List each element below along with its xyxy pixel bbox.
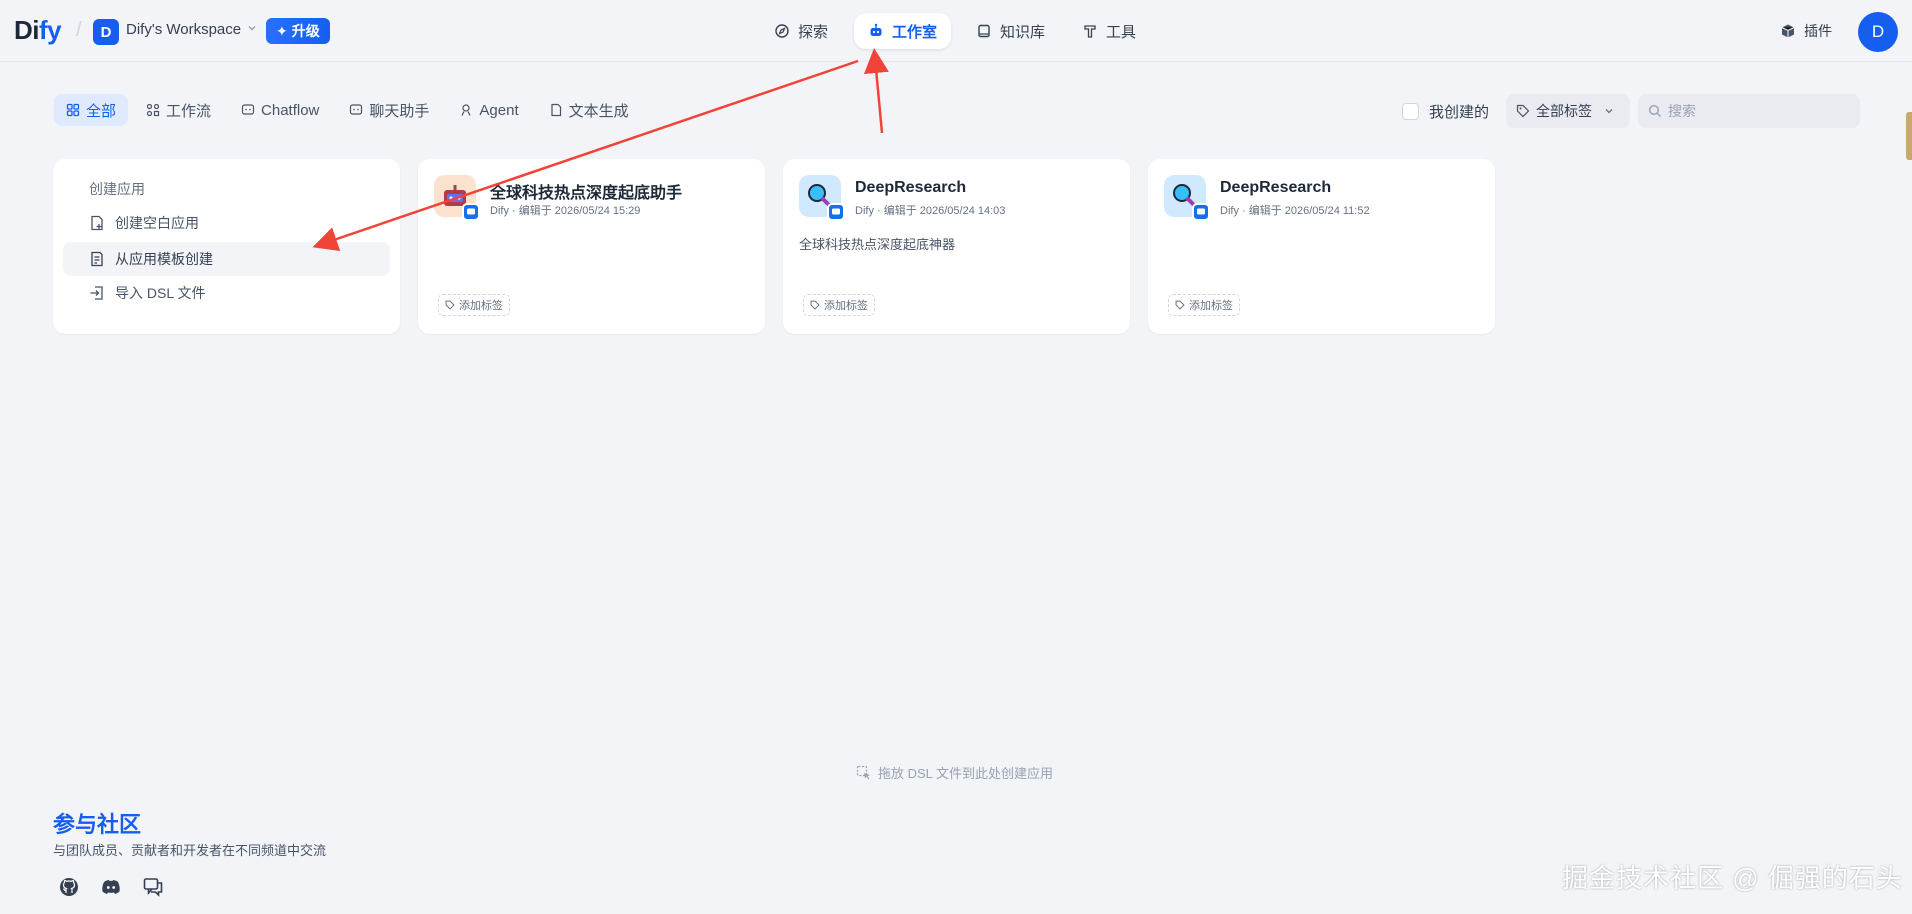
github-icon[interactable] bbox=[58, 876, 80, 898]
workspace-name[interactable]: Dify's Workspace bbox=[126, 21, 241, 38]
add-tag-button[interactable]: 添加标签 bbox=[1168, 294, 1240, 316]
plugin-button[interactable]: 插件 bbox=[1780, 21, 1832, 41]
compass-icon bbox=[775, 24, 789, 38]
nav-tools[interactable]: 工具 bbox=[1068, 13, 1150, 49]
dify-logo[interactable]: Dify bbox=[14, 15, 62, 46]
app-name: DeepResearch bbox=[1220, 179, 1332, 196]
app-description: 全球科技热点深度起底神器 bbox=[799, 237, 956, 252]
tab-chat-assistant[interactable]: 聊天助手 bbox=[337, 94, 441, 126]
app-card[interactable]: DeepResearch Dify · 编辑于 2026/05/24 11:52… bbox=[1148, 159, 1495, 334]
book-icon bbox=[978, 24, 990, 38]
upgrade-button[interactable]: ✦ 升级 bbox=[266, 18, 330, 44]
create-blank-app-button[interactable]: 创建空白应用 bbox=[63, 206, 390, 240]
tag-icon bbox=[445, 300, 455, 310]
nav-knowledge[interactable]: 知识库 bbox=[962, 13, 1059, 49]
create-app-title: 创建应用 bbox=[89, 181, 145, 197]
message-icon bbox=[350, 104, 363, 115]
app-card[interactable]: DeepResearch Dify · 编辑于 2026/05/24 14:03… bbox=[783, 159, 1130, 334]
chat-badge-icon bbox=[462, 203, 480, 221]
annotation-arrow-to-studio bbox=[863, 48, 889, 134]
app-name: 全球科技热点深度起底助手 bbox=[490, 185, 683, 202]
agent-icon bbox=[461, 104, 471, 116]
drag-drop-icon bbox=[856, 765, 870, 779]
sparkle-icon: ✦ bbox=[276, 22, 288, 39]
import-dsl-button[interactable]: 导入 DSL 文件 bbox=[63, 276, 390, 310]
app-meta: Dify · 编辑于 2026/05/24 14:03 bbox=[855, 205, 1006, 217]
app-meta: Dify · 编辑于 2026/05/24 15:29 bbox=[490, 205, 641, 217]
workspace-avatar[interactable]: D bbox=[93, 19, 119, 45]
create-from-template-button[interactable]: 从应用模板创建 bbox=[63, 242, 390, 276]
community-description: 与团队成员、贡献者和开发者在不同频道中交流 bbox=[53, 843, 327, 858]
tab-all[interactable]: 全部 bbox=[54, 94, 129, 126]
chevron-down-icon bbox=[1605, 109, 1613, 114]
document-icon bbox=[551, 103, 561, 117]
app-card[interactable]: 全球科技热点深度起底助手 Dify · 编辑于 2026/05/24 15:29… bbox=[418, 159, 765, 334]
chat-bubble-icon bbox=[241, 104, 255, 115]
created-by-me-filter[interactable]: 我创建的 bbox=[1402, 101, 1489, 122]
top-header: Dify / D Dify's Workspace ✦ 升级 探索 工作室 知识… bbox=[0, 0, 1912, 62]
search-input[interactable] bbox=[1668, 103, 1848, 119]
community-title: 参与社区 bbox=[53, 812, 142, 837]
user-avatar[interactable]: D bbox=[1858, 12, 1898, 52]
community-links bbox=[58, 876, 164, 898]
forum-icon[interactable] bbox=[142, 876, 164, 898]
chat-badge-icon bbox=[827, 203, 845, 221]
breadcrumb-separator: / bbox=[76, 19, 82, 41]
template-icon bbox=[91, 251, 103, 267]
workflow-icon bbox=[146, 103, 160, 117]
create-app-card: 创建应用 创建空白应用 从应用模板创建 导入 DSL 文件 bbox=[53, 159, 400, 334]
search-box[interactable] bbox=[1638, 94, 1860, 128]
tab-chatflow[interactable]: Chatflow bbox=[229, 94, 331, 126]
tag-icon bbox=[810, 300, 820, 310]
hammer-icon bbox=[1084, 25, 1096, 38]
tag-icon bbox=[1516, 104, 1530, 118]
add-tag-button[interactable]: 添加标签 bbox=[803, 294, 875, 316]
add-tag-button[interactable]: 添加标签 bbox=[438, 294, 510, 316]
app-name: DeepResearch bbox=[855, 179, 967, 196]
chevron-down-icon[interactable] bbox=[247, 22, 257, 36]
grid-icon bbox=[66, 103, 80, 117]
robot-icon bbox=[870, 23, 882, 36]
dsl-drop-hint: 拖放 DSL 文件到此处创建应用 bbox=[856, 763, 1053, 782]
nav-studio[interactable]: 工作室 bbox=[854, 13, 952, 49]
discord-icon[interactable] bbox=[100, 876, 122, 898]
tag-filter-select[interactable]: 全部标签 bbox=[1506, 94, 1630, 128]
tab-workflow[interactable]: 工作流 bbox=[134, 94, 223, 126]
app-meta: Dify · 编辑于 2026/05/24 11:52 bbox=[1220, 205, 1370, 217]
nav-explore[interactable]: 探索 bbox=[760, 13, 842, 49]
tag-icon bbox=[1175, 300, 1185, 310]
tab-agent[interactable]: Agent bbox=[447, 94, 530, 126]
import-icon bbox=[90, 286, 103, 300]
tab-text-generation[interactable]: 文本生成 bbox=[537, 94, 641, 126]
cube-icon bbox=[1781, 24, 1795, 38]
watermark: 掘金技术社区 @ 倔强的石头_ bbox=[1562, 863, 1903, 914]
side-panel-handle[interactable] bbox=[1906, 112, 1912, 160]
app-type-tabs: 全部 工作流 Chatflow 聊天助手 Agent 文本生成 bbox=[54, 94, 641, 126]
file-plus-icon bbox=[91, 215, 103, 231]
chat-badge-icon bbox=[1192, 203, 1210, 221]
search-icon bbox=[1648, 104, 1661, 117]
created-by-me-checkbox[interactable] bbox=[1402, 103, 1419, 120]
